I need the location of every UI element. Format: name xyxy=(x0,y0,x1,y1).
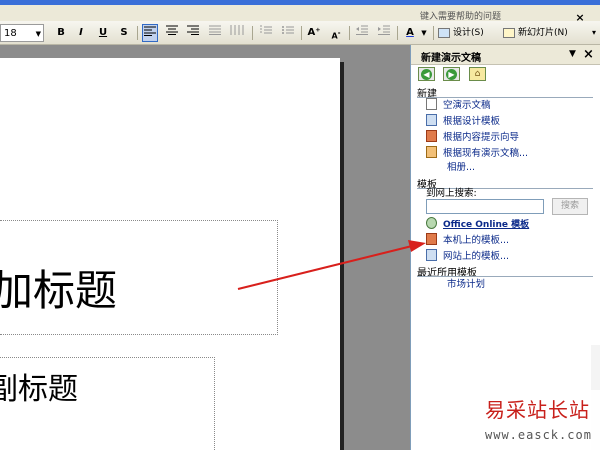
justify-icon xyxy=(209,25,221,35)
watermark: 易采站长站 www.easck.com xyxy=(479,390,600,450)
new-slide-button[interactable]: 新幻灯片(N) xyxy=(503,24,588,42)
shadow-button[interactable]: S xyxy=(116,24,132,42)
align-center-button[interactable] xyxy=(164,24,180,42)
increase-indent-button[interactable] xyxy=(376,24,392,42)
design-icon xyxy=(438,27,450,38)
underline-button[interactable]: U xyxy=(95,24,111,42)
home-button[interactable]: ⌂ xyxy=(469,67,486,81)
chevron-down-icon[interactable]: ▼ xyxy=(569,49,576,59)
autocontent-wizard-link[interactable]: 根据内容提示向导 xyxy=(426,129,519,143)
font-size-select[interactable]: 18 ▼ xyxy=(0,24,44,42)
chevron-down-icon: ▼ xyxy=(35,30,41,38)
template-search-input[interactable] xyxy=(426,199,544,214)
chevron-down-icon[interactable]: ▼ xyxy=(420,24,428,42)
forward-button[interactable]: ▶ xyxy=(443,67,460,81)
align-left-icon xyxy=(144,26,156,36)
globe-icon xyxy=(426,217,437,229)
subtitle-placeholder-text: 副标题 xyxy=(0,372,78,407)
toolbar-options-icon[interactable]: ▾ xyxy=(589,24,599,42)
back-arrow-icon: ◀ xyxy=(421,69,432,80)
forward-arrow-icon: ▶ xyxy=(446,69,457,80)
font-size-value: 18 xyxy=(4,28,17,39)
justify-button[interactable] xyxy=(207,24,223,42)
formatting-toolbar: 18 ▼ B I U S A⁺ A- A ▼ 设计(S) 新幻灯片(N) ▾ xyxy=(0,21,600,45)
menu-bar: 键入需要帮助的问题 × xyxy=(0,5,600,24)
existing-presentation-icon xyxy=(426,146,437,158)
from-existing-presentation-link[interactable]: 根据现有演示文稿... xyxy=(426,145,528,159)
task-pane-title: 新建演示文稿 xyxy=(421,53,481,64)
toolbar-separator xyxy=(397,26,398,40)
photo-album-link[interactable]: 相册... xyxy=(447,159,475,173)
align-left-button[interactable] xyxy=(142,24,158,42)
toolbar-separator xyxy=(349,26,350,40)
increase-font-size-button[interactable]: A⁺ xyxy=(306,24,322,42)
distribute-icon xyxy=(230,25,244,35)
templates-on-websites-link[interactable]: 网站上的模板... xyxy=(426,248,509,262)
decrease-font-size-button[interactable]: A- xyxy=(328,24,344,42)
decrease-indent-button[interactable] xyxy=(354,24,370,42)
close-icon[interactable]: × xyxy=(583,47,594,62)
task-pane-header: 新建演示文稿 ▼ × xyxy=(411,45,600,65)
from-design-template-link[interactable]: 根据设计模板 xyxy=(426,113,500,127)
italic-button[interactable]: I xyxy=(73,24,89,42)
watermark-name: 易采站长站 xyxy=(485,398,590,422)
bullets-button[interactable] xyxy=(280,24,296,42)
recent-template-link[interactable]: 市场计划 xyxy=(447,276,485,290)
font-color-button[interactable]: A xyxy=(402,24,418,42)
bullet-list-icon xyxy=(282,26,294,34)
design-button[interactable]: 设计(S) xyxy=(438,24,500,42)
new-blank-presentation-link[interactable]: 空演示文稿 xyxy=(426,97,491,111)
toolbar-separator xyxy=(433,26,434,40)
numbered-list-icon xyxy=(260,25,272,34)
align-right-button[interactable] xyxy=(185,24,201,42)
numbering-button[interactable] xyxy=(258,24,274,42)
toolbar-separator xyxy=(252,26,253,40)
bold-button[interactable]: B xyxy=(53,24,69,42)
indent-icon xyxy=(378,25,390,35)
web-templates-icon xyxy=(426,249,437,261)
new-slide-icon xyxy=(503,27,515,38)
outdent-icon xyxy=(356,25,368,35)
blank-document-icon xyxy=(426,98,437,110)
templates-folder-icon xyxy=(426,233,437,245)
align-center-icon xyxy=(166,25,178,35)
align-right-icon xyxy=(187,25,199,35)
home-icon: ⌂ xyxy=(474,69,481,79)
section-divider xyxy=(417,276,593,277)
back-button[interactable]: ◀ xyxy=(418,67,435,81)
distributed-button[interactable] xyxy=(229,24,245,42)
watermark-url: www.easck.com xyxy=(485,428,592,442)
toolbar-separator xyxy=(301,26,302,40)
search-button[interactable]: 搜索 xyxy=(552,198,588,215)
templates-on-computer-link[interactable]: 本机上的模板... xyxy=(426,232,509,246)
title-placeholder[interactable]: 加标题 xyxy=(0,220,278,335)
office-online-templates-link[interactable]: Office Online 模板 xyxy=(426,216,529,230)
toolbar-separator xyxy=(137,26,138,40)
title-placeholder-text: 加标题 xyxy=(0,266,118,315)
subtitle-placeholder[interactable]: 副标题 xyxy=(0,357,215,450)
design-template-icon xyxy=(426,114,437,126)
wizard-icon xyxy=(426,130,437,142)
search-label: 到网上搜索: xyxy=(426,188,477,199)
slide-shadow xyxy=(340,62,344,450)
